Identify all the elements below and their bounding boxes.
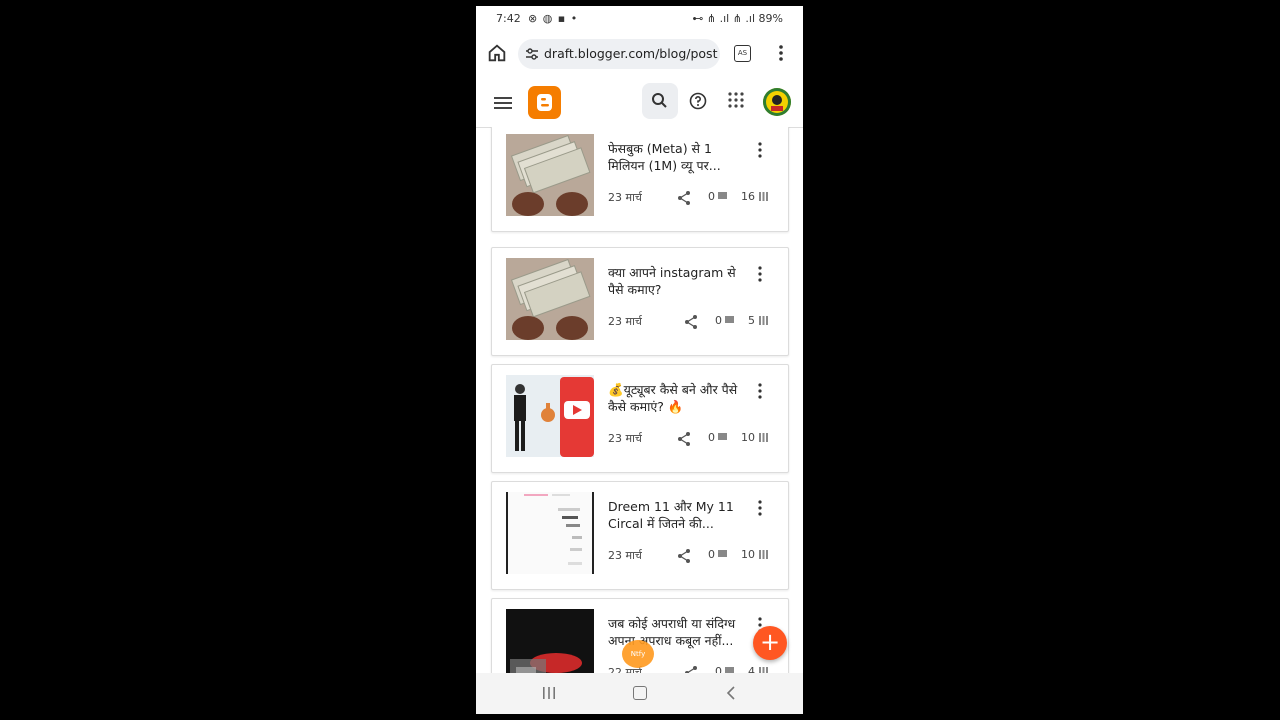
share-icon[interactable] [683,665,699,673]
tab-switcher-icon[interactable]: AS [734,45,751,62]
more-vert-icon[interactable] [756,142,764,158]
comment-count-value: 0 [708,431,715,444]
post-title[interactable]: क्या आपने instagram से पैसे कमाए? [608,264,748,298]
post-card[interactable]: क्या आपने instagram से पैसे कमाए? 23 मार… [491,247,789,356]
comment-count: 0 [708,431,727,444]
views-icon [759,433,768,442]
more-vert-icon[interactable] [756,500,764,516]
view-count: 16 [741,190,768,203]
avatar[interactable] [763,88,791,116]
menu-icon[interactable] [494,93,512,113]
view-count-value: 5 [748,314,755,327]
view-count: 4 [748,665,768,673]
view-count: 10 [741,548,768,561]
comment-count: 0 [715,665,734,673]
tune-icon[interactable] [524,46,540,62]
view-count-value: 4 [748,665,755,673]
phone-screen: 7:42 ⊗ ◍ ▪ • ⊷ ⋔ .ıl ⋔ .ıl 89% draft.blo… [476,6,803,714]
more-vert-icon[interactable] [776,43,786,63]
comment-count: 0 [715,314,734,327]
comment-count: 0 [708,548,727,561]
post-date: 23 मार्च [608,549,642,562]
more-vert-icon[interactable] [756,266,764,282]
post-date: 23 मार्च [608,191,642,204]
post-card[interactable]: 💰यूट्यूबर कैसे बने और पैसे कैसे कमाएं? 🔥… [491,364,789,473]
post-thumbnail [506,492,594,574]
home-icon[interactable] [486,42,508,64]
comment-icon [718,550,727,557]
share-icon[interactable] [676,548,692,564]
search-icon [652,93,667,108]
blogger-header [476,79,803,128]
views-icon [759,316,768,325]
browser-toolbar: draft.blogger.com/blog/post AS [476,32,803,76]
view-count-value: 16 [741,190,755,203]
help-icon[interactable] [689,92,707,110]
view-count: 10 [741,431,768,444]
view-count-value: 10 [741,431,755,444]
share-icon[interactable] [676,431,692,447]
post-list: फेसबुक (Meta) से 1 मिलियन (1M) व्यू पर..… [476,127,803,673]
comment-icon [725,316,734,323]
notification-badge[interactable]: Ntfy [622,640,654,668]
comment-count-value: 0 [715,314,722,327]
url-text: draft.blogger.com/blog/post [544,46,718,61]
status-time: 7:42 [496,12,521,25]
post-title[interactable]: फेसबुक (Meta) से 1 मिलियन (1M) व्यू पर..… [608,140,748,174]
post-title[interactable]: 💰यूट्यूबर कैसे बने और पैसे कैसे कमाएं? 🔥 [608,381,748,415]
apps-icon[interactable] [728,92,744,108]
view-count: 5 [748,314,768,327]
post-date: 23 मार्च [608,315,642,328]
status-battery: ⊷ ⋔ .ıl ⋔ .ıl 89% [692,12,783,25]
post-thumbnail [506,609,594,673]
comment-count-value: 0 [715,665,722,673]
share-icon[interactable] [676,190,692,206]
post-date: 23 मार्च [608,432,642,445]
add-icon[interactable]: + [753,626,787,660]
comment-count-value: 0 [708,548,715,561]
comment-icon [718,433,727,440]
search-button[interactable] [642,83,678,119]
share-icon[interactable] [683,314,699,330]
post-card[interactable]: फेसबुक (Meta) से 1 मिलियन (1M) व्यू पर..… [491,127,789,232]
url-bar[interactable]: draft.blogger.com/blog/post [518,39,720,69]
more-vert-icon[interactable] [756,383,764,399]
comment-count: 0 [708,190,727,203]
back-icon[interactable] [726,686,736,700]
status-bar: 7:42 ⊗ ◍ ▪ • ⊷ ⋔ .ıl ⋔ .ıl 89% [476,6,803,30]
view-count-value: 10 [741,548,755,561]
status-notification-icons: ⊗ ◍ ▪ • [528,12,579,25]
post-thumbnail [506,258,594,340]
comment-icon [718,192,727,199]
views-icon [759,550,768,559]
blogger-logo[interactable] [528,86,561,119]
android-nav-bar [476,673,803,714]
post-title[interactable]: Dreem 11 और My 11 Circal में जितने की... [608,498,748,532]
recent-apps-icon[interactable] [542,687,556,699]
comment-count-value: 0 [708,190,715,203]
views-icon [759,192,768,201]
post-card[interactable]: Dreem 11 और My 11 Circal में जितने की...… [491,481,789,590]
post-thumbnail [506,375,594,457]
home-nav-icon[interactable] [633,686,647,700]
post-thumbnail [506,134,594,216]
